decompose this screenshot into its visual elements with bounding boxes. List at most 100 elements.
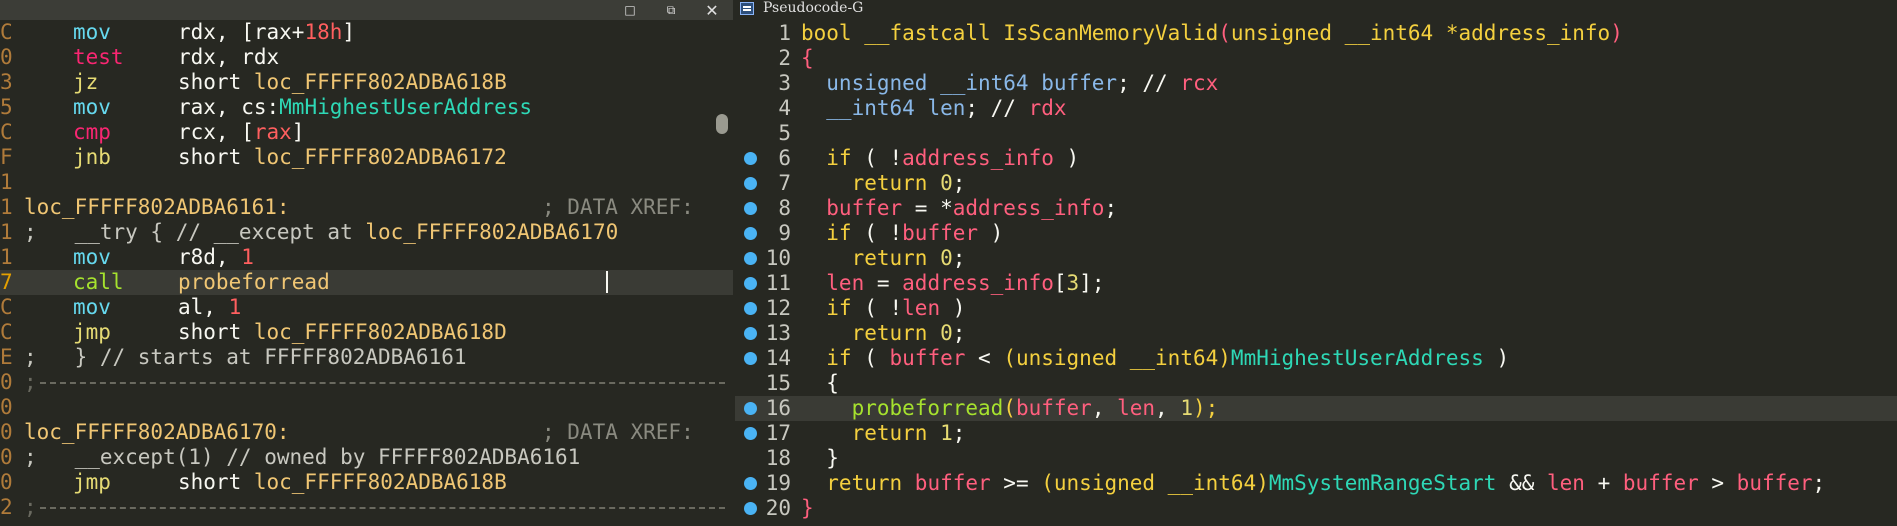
asm-separator-semicolon: ; bbox=[24, 495, 37, 519]
asm-line[interactable]: 0 ; __except(1) // owned by FFFFF802ADBA6… bbox=[0, 445, 733, 470]
breakpoint-dot-icon[interactable] bbox=[744, 177, 757, 190]
scrollbar-thumb[interactable] bbox=[716, 114, 728, 134]
breakpoint-dot-icon[interactable] bbox=[744, 202, 757, 215]
pseudocode-line[interactable]: 10 return 0; bbox=[735, 246, 1897, 271]
breakpoint-dot-icon[interactable] bbox=[744, 427, 757, 440]
asm-line[interactable]: Cjmp short loc_FFFFF802ADBA618D bbox=[0, 320, 733, 345]
asm-line[interactable]: 1 mov r8d, 1 bbox=[0, 245, 733, 270]
code-token: ) bbox=[1610, 21, 1623, 45]
pseudocode-line[interactable]: 15 { bbox=[735, 371, 1897, 396]
pseudocode-text: if ( !buffer ) bbox=[801, 221, 1003, 246]
code-token: ( bbox=[1218, 21, 1231, 45]
asm-address-gutter: F bbox=[0, 145, 13, 169]
asm-operand-token: ] bbox=[291, 120, 305, 144]
breakpoint-dot-icon[interactable] bbox=[744, 477, 757, 490]
disassembly-view[interactable]: □ ⧉ ✕ Cmov rdx, [rax+18h] 0 test rdx, rdx 3 jz… bbox=[0, 0, 733, 526]
code-token: ; // bbox=[965, 96, 1029, 120]
pseudocode-line[interactable]: 7 return 0; bbox=[735, 171, 1897, 196]
breakpoint-dot-icon[interactable] bbox=[744, 502, 757, 515]
pseudocode-text: } bbox=[801, 496, 814, 521]
pseudocode-line[interactable]: 9 if ( !buffer ) bbox=[735, 221, 1897, 246]
pseudocode-line[interactable]: 4 __int64 len; // rdx bbox=[735, 96, 1897, 121]
breakpoint-dot-icon[interactable] bbox=[744, 227, 757, 240]
code-token: ]; bbox=[1079, 271, 1105, 295]
breakpoint-dot-icon[interactable] bbox=[744, 277, 757, 290]
pseudocode-line[interactable]: 20} bbox=[735, 496, 1897, 521]
asm-line[interactable]: 0 bbox=[0, 395, 733, 420]
minimize-button[interactable]: □ bbox=[615, 0, 645, 20]
pseudocode-line[interactable]: 1 bool __fastcall IsScanMemoryValid(unsig… bbox=[735, 21, 1897, 46]
code-token: ) bbox=[1218, 346, 1231, 370]
asm-address-gutter: 0 bbox=[0, 395, 13, 419]
breakpoint-dot-icon[interactable] bbox=[744, 302, 757, 315]
asm-operand-token: loc_FFFFF802ADBA618B bbox=[253, 70, 507, 94]
asm-comment-token: ; } // starts at FFFFF802ADBA6161 bbox=[24, 345, 467, 369]
close-button[interactable]: ✕ bbox=[697, 0, 727, 20]
asm-operands: short loc_FFFFF802ADBA618B bbox=[178, 470, 507, 495]
code-token: unsigned __int64 bbox=[1015, 346, 1219, 370]
restore-button[interactable]: ⧉ bbox=[656, 0, 686, 20]
asm-operands: short loc_FFFFF802ADBA6172 bbox=[178, 145, 507, 170]
asm-line[interactable]: 1 loc_FFFFF802ADBA6161: ; DATA XREF: bbox=[0, 195, 733, 220]
asm-line[interactable]: Fjnb short loc_FFFFF802ADBA6172 bbox=[0, 145, 733, 170]
pseudocode-text: { bbox=[801, 46, 814, 71]
pseudocode-line[interactable]: 5 bbox=[735, 121, 1897, 146]
code-token: len bbox=[1547, 471, 1585, 495]
code-token: ) bbox=[1053, 146, 1080, 170]
pseudocode-line[interactable]: 14 if ( buffer < (unsigned __int64)MmHig… bbox=[735, 346, 1897, 371]
pseudocode-line[interactable]: 12 if ( !len ) bbox=[735, 296, 1897, 321]
code-token: 0 bbox=[940, 321, 953, 345]
asm-line[interactable]: Cmov al, 1 bbox=[0, 295, 733, 320]
pseudocode-text: if ( !len ) bbox=[801, 296, 965, 321]
asm-mnemonic: test bbox=[73, 45, 124, 69]
line-number: 5 bbox=[778, 121, 791, 145]
pseudocode-line[interactable]: 6 if ( !address_info ) bbox=[735, 146, 1897, 171]
asm-line[interactable]: 1 ; __try { // __except at loc_FFFFF802AD… bbox=[0, 220, 733, 245]
code-token: { bbox=[801, 371, 839, 395]
code-token: __fastcall bbox=[864, 21, 1004, 45]
asm-line[interactable]: 0 test rdx, rdx bbox=[0, 45, 733, 70]
pseudocode-line[interactable]: 3 unsigned __int64 buffer; // rcx bbox=[735, 71, 1897, 96]
asm-line[interactable]: 1 bbox=[0, 170, 733, 195]
pseudocode-line[interactable]: 13 return 0; bbox=[735, 321, 1897, 346]
breakpoint-dot-icon[interactable] bbox=[744, 327, 757, 340]
asm-line[interactable]: Ccmp rcx, [rax] bbox=[0, 120, 733, 145]
code-token: address_info bbox=[902, 271, 1054, 295]
code-token: __int64 bbox=[801, 96, 928, 120]
code-token: if bbox=[801, 296, 852, 320]
code-token: > bbox=[1698, 471, 1737, 495]
asm-operand-token: rdx, [ bbox=[178, 20, 254, 44]
asm-line[interactable]: 5 mov rax, cs:MmHighestUserAddress bbox=[0, 95, 733, 120]
pseudocode-line[interactable]: 18 } bbox=[735, 446, 1897, 471]
pseudocode-line-current[interactable]: 16 probeforread(buffer, len, 1); bbox=[735, 396, 1897, 421]
code-token: ( bbox=[851, 346, 890, 370]
pseudocode-line[interactable]: 19 return buffer >= (unsigned __int64)Mm… bbox=[735, 471, 1897, 496]
pseudocode-tab[interactable]: Pseudocode-G bbox=[735, 0, 1897, 17]
asm-line[interactable]: Cmov rdx, [rax+18h] bbox=[0, 20, 733, 45]
asm-line[interactable]: 0 jmp short loc_FFFFF802ADBA618B bbox=[0, 470, 733, 495]
asm-address-gutter: 1 bbox=[0, 245, 13, 269]
pseudocode-line[interactable]: 11 len = address_info[3]; bbox=[735, 271, 1897, 296]
pseudocode-listing[interactable]: 1 bool __fastcall IsScanMemoryValid(unsig… bbox=[735, 21, 1897, 521]
pseudocode-line[interactable]: 8 buffer = *address_info; bbox=[735, 196, 1897, 221]
asm-line[interactable]: 3 jz short loc_FFFFF802ADBA618B bbox=[0, 70, 733, 95]
breakpoint-dot-icon[interactable] bbox=[744, 402, 757, 415]
asm-line[interactable]: 0; bbox=[0, 370, 733, 395]
pseudocode-line[interactable]: 17 return 1; bbox=[735, 421, 1897, 446]
breakpoint-dot-icon[interactable] bbox=[744, 252, 757, 265]
code-token: buffer bbox=[889, 346, 966, 370]
breakpoint-dot-icon[interactable] bbox=[744, 152, 757, 165]
pseudocode-tab-icon bbox=[740, 2, 754, 15]
disassembly-titlebar: □ ⧉ ✕ bbox=[0, 0, 733, 20]
asm-line[interactable]: 2; bbox=[0, 495, 733, 520]
asm-line[interactable]: E ; } // starts at FFFFF802ADBA6161 bbox=[0, 345, 733, 370]
code-token: if bbox=[801, 146, 852, 170]
disassembly-listing[interactable]: Cmov rdx, [rax+18h] 0 test rdx, rdx 3 jz short … bbox=[0, 20, 733, 520]
asm-line[interactable]: 0 loc_FFFFF802ADBA6170: ; DATA XREF: bbox=[0, 420, 733, 445]
breakpoint-dot-icon[interactable] bbox=[744, 352, 757, 365]
asm-line-current[interactable]: 7 call probeforread bbox=[0, 270, 733, 295]
line-number: 16 bbox=[765, 396, 791, 420]
code-token: ( ! bbox=[851, 296, 903, 320]
pseudocode-line[interactable]: 2{ bbox=[735, 46, 1897, 71]
pseudocode-view[interactable]: Pseudocode-G 1 bool __fastcall IsScanMemo… bbox=[735, 0, 1897, 526]
